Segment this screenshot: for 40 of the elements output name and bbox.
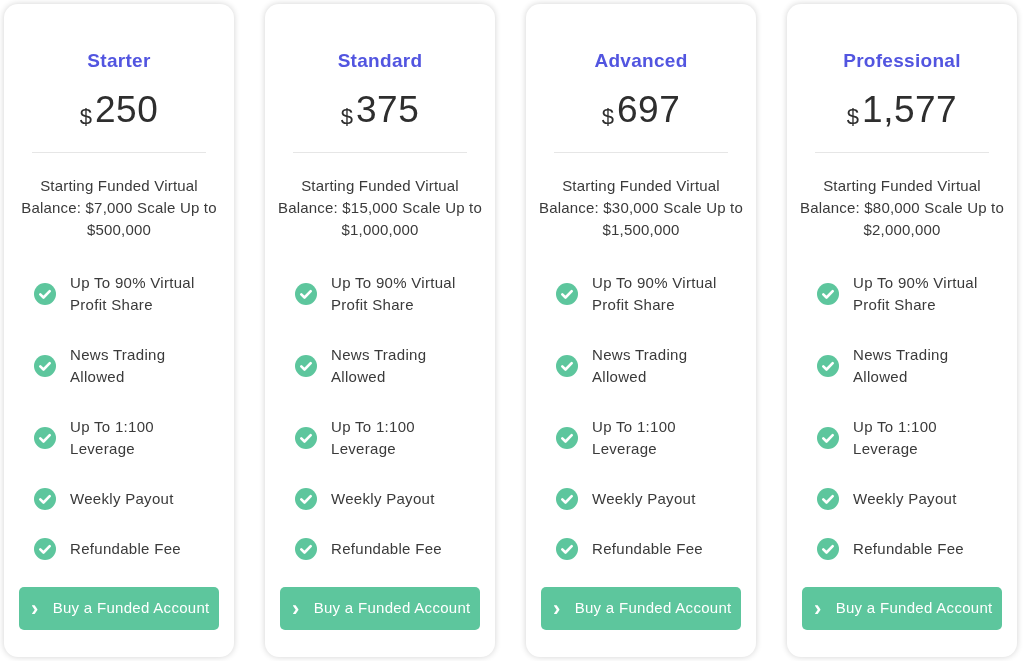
currency-symbol: $: [79, 103, 92, 131]
feature-text: News Trading Allowed: [331, 345, 428, 387]
buy-button[interactable]: › Buy a Funded Account: [802, 587, 1002, 630]
plan-price: 1,577: [862, 88, 958, 132]
feature-text: Weekly Payout: [70, 489, 175, 509]
currency-symbol: $: [601, 103, 614, 131]
feature-text: Weekly Payout: [592, 489, 697, 509]
feature-text: Up To 1:100 Leverage: [331, 417, 416, 459]
buy-button[interactable]: › Buy a Funded Account: [19, 587, 219, 630]
feature-text: News Trading Allowed: [592, 345, 689, 387]
feature-text: Up To 1:100 Leverage: [592, 417, 677, 459]
feature-text: Up To 90% Virtual Profit Share: [592, 273, 718, 315]
plan-price: 375: [356, 88, 420, 132]
feature-text: Up To 1:100 Leverage: [853, 417, 938, 459]
plan-description: Starting Funded Virtual Balance: $15,000 Scale Up to $1,000,000: [276, 176, 484, 240]
plan-price: 250: [95, 88, 159, 132]
feature-text: Refundable Fee: [70, 539, 182, 559]
feature-text: Up To 90% Virtual Profit Share: [853, 273, 979, 315]
buy-button[interactable]: › Buy a Funded Account: [280, 587, 480, 630]
plan-description: Starting Funded Virtual Balance: $30,000 Scale Up to $1,500,000: [537, 176, 745, 240]
plan-description: Starting Funded Virtual Balance: $7,000 Scale Up to $500,000: [20, 176, 218, 240]
feature-text: Up To 90% Virtual Profit Share: [70, 273, 196, 315]
feature-text: Up To 1:100 Leverage: [70, 417, 155, 459]
feature-text: Refundable Fee: [331, 539, 443, 559]
plan-name: Advanced: [594, 49, 688, 73]
currency-symbol: $: [846, 103, 860, 131]
feature-text: Weekly Payout: [331, 489, 436, 509]
feature-text: Refundable Fee: [592, 539, 704, 559]
buy-button[interactable]: › Buy a Funded Account: [541, 587, 741, 630]
feature-text: Up To 90% Virtual Profit Share: [331, 273, 457, 315]
feature-text: Refundable Fee: [853, 539, 965, 559]
feature-text: Weekly Payout: [853, 489, 958, 509]
currency-symbol: $: [340, 103, 353, 131]
plan-name: Professional: [843, 49, 961, 73]
feature-text: News Trading Allowed: [70, 345, 167, 387]
plan-description: Starting Funded Virtual Balance: $80,000 Scale Up to $2,000,000: [798, 176, 1006, 240]
plan-name: Standard: [337, 49, 423, 73]
feature-text: News Trading Allowed: [853, 345, 950, 387]
plan-price: 697: [617, 88, 681, 132]
plan-name: Starter: [87, 49, 151, 73]
